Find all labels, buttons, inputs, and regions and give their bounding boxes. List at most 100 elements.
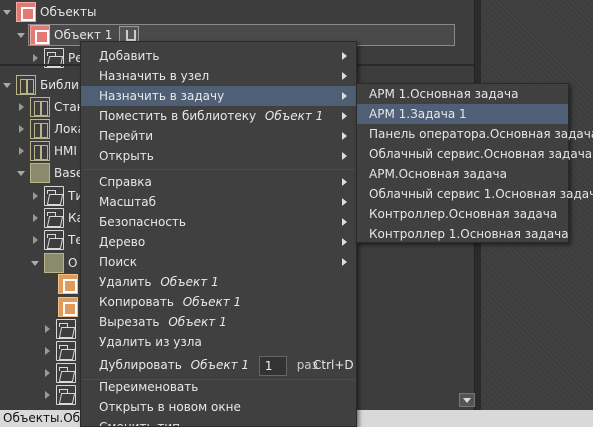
menu-item-label: Безопасность [99, 215, 186, 229]
library-icon [16, 75, 36, 95]
assign-task-submenu: АРМ 1.Основная задача АРМ 1.Задача 1 Пан… [356, 83, 593, 244]
menu-item-label: Переименовать [99, 380, 199, 394]
expand-arrow-icon[interactable] [42, 346, 52, 356]
submenu-item-7[interactable]: Контроллер 1.Основная задача [357, 224, 569, 244]
expand-arrow-icon[interactable] [42, 368, 52, 378]
library-icon [30, 97, 50, 117]
tree-item-base[interactable]: Base [0, 162, 83, 184]
submenu-item-2[interactable]: Панель оператора.Основная задача [357, 124, 593, 144]
expand-arrow-icon[interactable] [30, 258, 40, 268]
folder-open-icon [44, 253, 64, 273]
submenu-arrow-icon [342, 132, 347, 140]
dropdown-arrow-button[interactable] [459, 393, 475, 407]
menu-item-label: Поиск [99, 255, 138, 269]
menu-item-label: Открыть в новом окне [99, 400, 241, 414]
tree-item-libraries[interactable]: Библи [0, 74, 79, 96]
object-icon [30, 25, 50, 45]
menu-item-duplicate[interactable]: Дублировать Объект 1 1 раз Ctrl+D [81, 353, 356, 377]
expand-arrow-icon[interactable] [2, 80, 12, 90]
menu-item-help[interactable]: Справка [81, 172, 356, 192]
menu-item-open-new-window[interactable]: Открыть в новом окне [81, 397, 356, 417]
menu-item-delete[interactable]: Удалить Объект 1 [81, 272, 356, 292]
menu-item-object-name: Объект 1 [160, 275, 219, 289]
submenu-item-3[interactable]: Облачный сервис.Основная задача [357, 144, 592, 164]
tree-item-lib-label: HMI [54, 144, 77, 158]
submenu-arrow-icon [342, 52, 347, 60]
menu-item-cut[interactable]: Вырезать Объект 1 [81, 312, 356, 332]
tree-item-object-orange-2[interactable] [0, 296, 82, 318]
tree-item-base-child-1[interactable]: Ка [0, 207, 84, 229]
menu-item-assign-node[interactable]: Назначить в узел [81, 66, 356, 86]
expand-arrow-icon[interactable] [30, 213, 40, 223]
tree-item-folder-a[interactable] [0, 318, 80, 340]
tree-item-folder-b[interactable] [0, 340, 80, 362]
menu-item-object-name: Объект 1 [264, 109, 324, 123]
tree-item-base-child-2[interactable]: Те [0, 229, 83, 251]
menu-item-assign-task[interactable]: Назначить в задачу [81, 86, 356, 106]
submenu-arrow-icon [342, 218, 347, 226]
menu-item-security[interactable]: Безопасность [81, 212, 356, 232]
expand-arrow-icon[interactable] [2, 7, 12, 17]
menu-item-add[interactable]: Добавить [81, 46, 356, 66]
menu-item-label: Удалить из узла [99, 335, 202, 349]
status-path: Объекты.Объ [3, 411, 89, 425]
expand-arrow-icon[interactable] [16, 124, 26, 134]
menu-item-open[interactable]: Открыть [81, 146, 356, 166]
menu-item-remove-from-node[interactable]: Удалить из узла [81, 332, 356, 352]
expand-arrow-icon[interactable] [16, 168, 26, 178]
submenu-arrow-icon [342, 152, 347, 160]
duplicate-count-input[interactable]: 1 [258, 355, 287, 376]
submenu-item-5[interactable]: Облачный сервис 1.Основная задача [357, 184, 593, 204]
folder-icon [56, 319, 76, 339]
submenu-item-0[interactable]: АРМ 1.Основная задача [357, 84, 568, 104]
folder-icon [56, 341, 76, 361]
submenu-arrow-icon [342, 178, 347, 186]
expand-arrow-icon[interactable] [16, 146, 26, 156]
menu-item-scale[interactable]: Масштаб [81, 192, 356, 212]
tree-item-lib-1[interactable]: Лока [0, 118, 85, 140]
folder-icon [44, 208, 64, 228]
folder-icon [44, 186, 64, 206]
folder-icon [56, 385, 76, 405]
expand-arrow-icon[interactable] [30, 53, 40, 63]
menu-item-copy[interactable]: Копировать Объект 1 [81, 292, 356, 312]
context-menu: Добавить Назначить в узел Назначить в за… [80, 41, 357, 427]
tree-item-lib-0[interactable]: Стан [0, 96, 85, 118]
menu-item-label: Дерево [99, 235, 146, 249]
expand-arrow-icon[interactable] [16, 30, 26, 40]
tree-item-folder-c[interactable] [0, 362, 80, 384]
submenu-arrow-icon [342, 258, 347, 266]
menu-item-label: Удалить [99, 275, 152, 289]
menu-item-label: Дублировать [99, 358, 182, 372]
submenu-arrow-icon [342, 92, 347, 100]
tree-item-base-child-label: О [68, 256, 78, 270]
submenu-arrow-icon [342, 238, 347, 246]
menu-item-label: Назначить в задачу [99, 89, 225, 103]
menu-item-label: Копировать [99, 295, 174, 309]
submenu-item-6[interactable]: Контроллер.Основная задача [357, 204, 568, 224]
tree-item-libraries-label: Библи [40, 78, 79, 92]
submenu-item-4[interactable]: АРМ.Основная задача [357, 164, 568, 184]
base-library-icon [30, 163, 50, 183]
tree-item-object-orange-1[interactable] [0, 273, 82, 295]
tree-item-lib-2[interactable]: HMI [0, 140, 77, 162]
menu-item-tree[interactable]: Дерево [81, 232, 356, 252]
expand-arrow-icon[interactable] [16, 102, 26, 112]
menu-item-go-to[interactable]: Перейти [81, 126, 356, 146]
menu-item-put-library[interactable]: Поместить в библиотеку Объект 1 [81, 106, 356, 126]
expand-arrow-icon[interactable] [30, 235, 40, 245]
expand-arrow-icon[interactable] [30, 191, 40, 201]
menu-item-label: Открыть [99, 149, 154, 163]
menu-item-change-type[interactable]: Сменить тип [81, 417, 356, 426]
menu-item-object-name: Объект 1 [182, 295, 242, 309]
tree-item-base-child-3[interactable]: О [0, 252, 77, 274]
expand-arrow-icon[interactable] [42, 390, 52, 400]
submenu-item-1[interactable]: АРМ 1.Задача 1 [357, 104, 568, 124]
menu-item-rename[interactable]: Переименовать [81, 377, 356, 397]
tree-item-objects[interactable]: Объекты [0, 1, 96, 23]
tree-item-objects-label: Объекты [40, 5, 97, 19]
menu-item-search[interactable]: Поиск [81, 252, 356, 272]
expand-arrow-icon[interactable] [42, 324, 52, 334]
tree-item-folder-d[interactable] [0, 384, 80, 406]
tree-item-base-child-0[interactable]: Ти [0, 185, 83, 207]
